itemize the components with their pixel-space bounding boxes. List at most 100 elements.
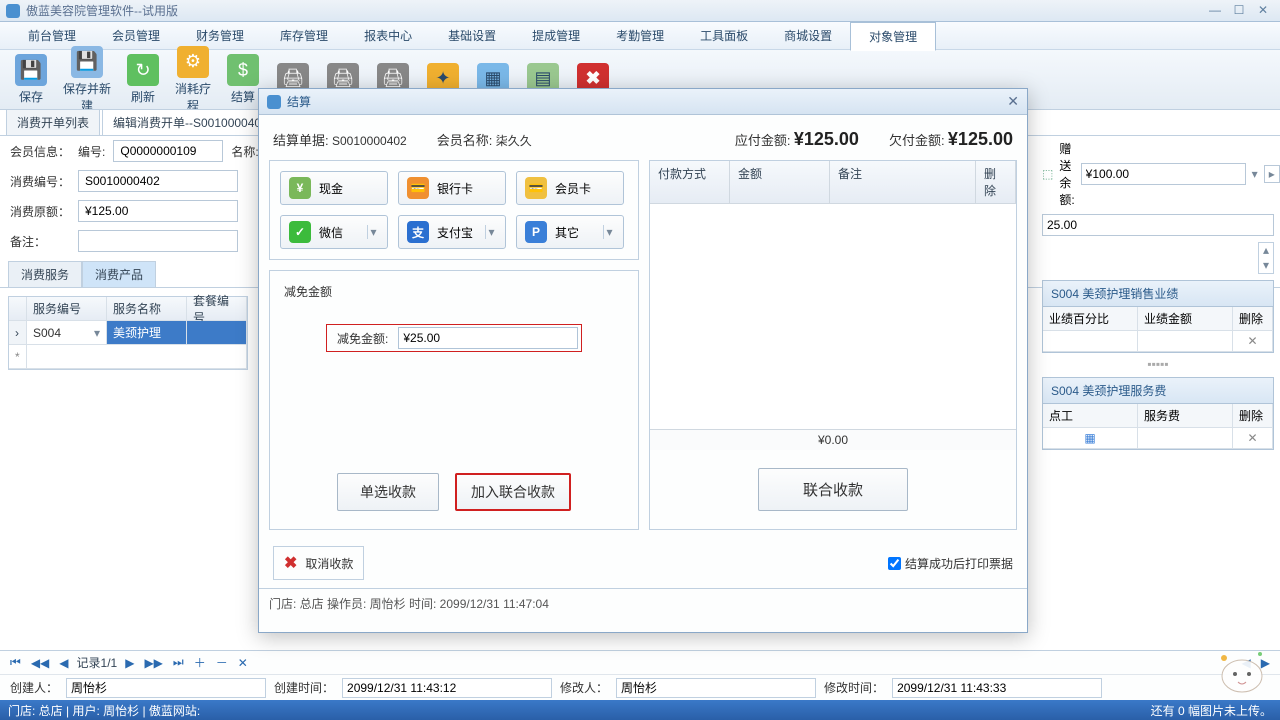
dialog-logo-icon <box>267 95 281 109</box>
tool-save[interactable]: 💾保存 <box>6 50 56 109</box>
consume-no-label: 消费编号： <box>10 173 70 190</box>
status-bar: 门店: 总店 | 用户: 周怡杉 | 傲蓝网站: 还有 0 幅图片未上传。 <box>0 700 1280 720</box>
menu-object[interactable]: 对象管理 <box>850 22 936 51</box>
amount-input[interactable] <box>78 200 238 222</box>
waive-input[interactable] <box>398 327 578 349</box>
gift-icon: ⬚ <box>1042 167 1053 181</box>
chevron-down-icon[interactable]: ▾ <box>603 225 615 239</box>
consume-no-input[interactable] <box>78 170 238 192</box>
gift-btn-icon[interactable]: ▸ <box>1264 165 1280 183</box>
right-value-input[interactable] <box>1042 214 1274 236</box>
modifier-input[interactable] <box>616 678 816 698</box>
due-amount: ¥125.00 <box>794 129 859 149</box>
payment-methods: ¥现金 💳银行卡 💳会员卡 ✓微信▾ 支支付宝▾ P其它▾ <box>269 160 639 260</box>
menu-attendance[interactable]: 考勤管理 <box>598 22 682 49</box>
menu-mall[interactable]: 商城设置 <box>766 22 850 49</box>
other-pay-icon: P <box>525 221 547 243</box>
maximize-button[interactable]: ☐ <box>1228 3 1250 19</box>
meta-row: 创建人： 创建时间： 修改人： 修改时间： <box>0 674 1280 700</box>
combined-collect-button[interactable]: 联合收款 <box>758 468 908 511</box>
member-name: 柒久久 <box>496 134 532 148</box>
pay-other[interactable]: P其它▾ <box>516 215 624 249</box>
payment-list-panel: 付款方式 金额 备注 删除 ¥0.00 联合收款 <box>649 160 1017 530</box>
row-delete[interactable]: ✕ <box>1233 331 1273 352</box>
tool-save-new[interactable]: 💾保存并新建 <box>56 42 118 118</box>
tab-list[interactable]: 消费开单列表 <box>6 109 100 135</box>
owe-amount: ¥125.00 <box>948 129 1013 149</box>
gift-input[interactable] <box>1081 163 1246 185</box>
subtab-product[interactable]: 消费产品 <box>82 261 156 287</box>
cash-icon: ¥ <box>289 177 311 199</box>
nav-next[interactable]: ▶ <box>123 656 136 670</box>
nav-prev[interactable]: ◀ <box>57 656 70 670</box>
nav-last[interactable]: ⏭ <box>171 655 186 670</box>
nav-add[interactable]: ＋ <box>192 654 208 671</box>
payment-list <box>650 204 1016 429</box>
spinner-up[interactable]: ▴ <box>1259 243 1273 258</box>
tool-consume[interactable]: ⚙消耗疗程 <box>168 42 218 118</box>
member-no-input[interactable] <box>113 140 223 162</box>
remark-input[interactable] <box>78 230 238 252</box>
dialog-title: 结算 <box>287 93 311 110</box>
cell-name: 美颈护理 <box>107 321 187 345</box>
bank-icon: 💳 <box>407 177 429 199</box>
cell-code: S004▾ <box>27 321 107 345</box>
panel-add-icon[interactable]: ▦ <box>1043 428 1138 449</box>
dialog-statusbar: 门店: 总店 操作员: 周怡杉 时间: 2099/12/31 11:47:04 <box>259 588 1027 618</box>
single-collect-button[interactable]: 单选收款 <box>337 473 439 511</box>
remark-label: 备注： <box>10 233 70 250</box>
panel-sales-title: S004 美颈护理销售业绩 <box>1043 281 1273 307</box>
menu-tools[interactable]: 工具面板 <box>682 22 766 49</box>
waive-label: 减免金额: <box>327 330 398 347</box>
save-icon: 💾 <box>15 54 47 86</box>
menu-commission[interactable]: 提成管理 <box>514 22 598 49</box>
mascot-icon <box>1210 636 1274 696</box>
pay-wechat[interactable]: ✓微信▾ <box>280 215 388 249</box>
amount-label: 消费原额： <box>10 203 70 220</box>
col-marker <box>9 297 27 321</box>
nav-first[interactable]: ⏮ <box>8 655 23 670</box>
menu-report[interactable]: 报表中心 <box>346 22 430 49</box>
print-after-checkbox[interactable]: 结算成功后打印票据 <box>888 555 1013 572</box>
window-titlebar: 傲蓝美容院管理软件--试用版 — ☐ ✕ <box>0 0 1280 22</box>
tab-edit[interactable]: 编辑消费开单--S0010000402 <box>102 109 279 135</box>
member-no-label: 编号: <box>78 143 105 160</box>
tool-refresh[interactable]: ↻刷新 <box>118 50 168 109</box>
ctime-input[interactable] <box>342 678 552 698</box>
menu-basic[interactable]: 基础设置 <box>430 22 514 49</box>
dialog-close-button[interactable]: ✕ <box>1007 93 1019 110</box>
pay-card[interactable]: 💳会员卡 <box>516 171 624 205</box>
row-marker: › <box>9 321 27 345</box>
creator-input[interactable] <box>66 678 266 698</box>
pay-bank[interactable]: 💳银行卡 <box>398 171 506 205</box>
chevron-down-icon[interactable]: ▾ <box>485 225 497 239</box>
minimize-button[interactable]: — <box>1204 3 1226 19</box>
table-row[interactable]: › S004▾ 美颈护理 <box>9 321 247 345</box>
chevron-down-icon[interactable]: ▾ <box>367 225 379 239</box>
panel-service-fee: S004 美颈护理服务费 点工 服务费 删除 ▦✕ <box>1042 377 1274 450</box>
waive-row: 减免金额: <box>326 324 582 352</box>
panel-sales: S004 美颈护理销售业绩 业绩百分比 业绩金额 删除 ✕ <box>1042 280 1274 353</box>
waive-box: 减免金额 减免金额: 单选收款 加入联合收款 <box>269 270 639 530</box>
close-button[interactable]: ✕ <box>1252 3 1274 19</box>
waive-title: 减免金额 <box>284 283 624 300</box>
nav-del[interactable]: － <box>214 654 230 671</box>
mtime-input[interactable] <box>892 678 1102 698</box>
pay-cash[interactable]: ¥现金 <box>280 171 388 205</box>
order-no: S0010000402 <box>332 134 407 148</box>
panel-splitter[interactable]: ▪▪▪▪▪ <box>1042 357 1274 371</box>
pay-alipay[interactable]: 支支付宝▾ <box>398 215 506 249</box>
nav-next-page[interactable]: ▶▶ <box>142 656 164 670</box>
wechat-icon: ✓ <box>289 221 311 243</box>
record-position: 记录1/1 <box>77 654 118 671</box>
nav-prev-page[interactable]: ◀◀ <box>29 656 51 670</box>
menu-stock[interactable]: 库存管理 <box>262 22 346 49</box>
row-delete[interactable]: ✕ <box>1233 428 1273 449</box>
nav-cancel[interactable]: ✕ <box>236 656 250 670</box>
cancel-collect-button[interactable]: ✖ 取消收款 <box>273 546 364 580</box>
subtab-service[interactable]: 消费服务 <box>8 261 82 287</box>
join-combined-button[interactable]: 加入联合收款 <box>455 473 571 511</box>
spinner-down[interactable]: ▾ <box>1259 258 1273 273</box>
member-info-label: 会员信息： <box>10 143 70 160</box>
cell-pkg <box>187 321 247 345</box>
